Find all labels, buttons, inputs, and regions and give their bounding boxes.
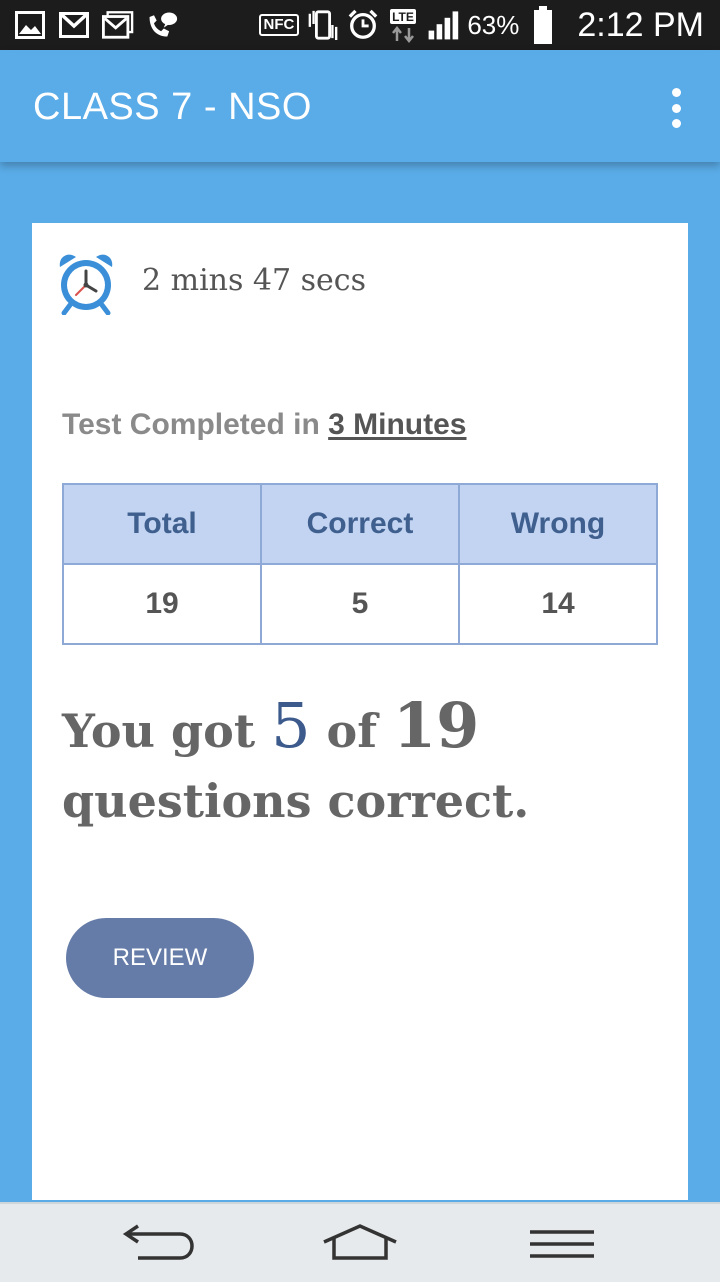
- status-bar: NFC LTE 63% 2:12 PM: [0, 0, 720, 50]
- elapsed-time: 2 mins 47 secs: [142, 263, 366, 298]
- nfc-icon: NFC: [258, 14, 300, 36]
- result-middle: of: [310, 704, 394, 758]
- overflow-menu-icon[interactable]: [664, 88, 688, 128]
- completion-prefix: Test Completed in: [62, 408, 329, 441]
- svg-text:LTE: LTE: [392, 10, 414, 24]
- total-header: Total: [62, 483, 262, 565]
- battery-icon: [527, 6, 559, 44]
- home-icon[interactable]: [320, 1220, 400, 1266]
- alarm-icon: [347, 9, 379, 40]
- result-prefix: You got: [62, 704, 272, 758]
- result-suffix: questions correct.: [62, 774, 530, 828]
- total-value: 19: [62, 563, 262, 645]
- back-icon[interactable]: [120, 1220, 200, 1266]
- result-correct-count: 5: [271, 689, 311, 762]
- score-table-header-row: Total Correct Wrong: [62, 483, 658, 565]
- alarm-clock-icon: [54, 249, 118, 316]
- menu-icon[interactable]: [522, 1220, 602, 1266]
- battery-percent: 63%: [467, 9, 520, 40]
- completion-text: Test Completed in 3 Minutes: [62, 408, 467, 442]
- review-button[interactable]: REVIEW: [66, 918, 254, 998]
- result-total-count: 19: [393, 689, 480, 762]
- app-title: CLASS 7 - NSO: [33, 86, 312, 128]
- result-summary: You got 5 of 19 questions correct.: [62, 691, 652, 836]
- app-bar: CLASS 7 - NSO: [0, 50, 720, 162]
- result-card: 2 mins 47 secs Test Completed in 3 Minut…: [32, 223, 688, 1200]
- lte-icon: LTE: [387, 9, 419, 43]
- gallery-icon: [14, 10, 46, 40]
- correct-value: 5: [260, 563, 460, 645]
- missed-call-chat-icon: [146, 10, 178, 40]
- gmail-stack-icon: [102, 10, 134, 40]
- wrong-header: Wrong: [458, 483, 658, 565]
- completion-duration: 3 Minutes: [328, 408, 467, 441]
- gmail-icon: [58, 10, 90, 40]
- navigation-bar: [0, 1202, 720, 1282]
- wrong-value: 14: [458, 563, 658, 645]
- correct-header: Correct: [260, 483, 460, 565]
- score-table-value-row: 19 5 14: [62, 563, 658, 645]
- score-table: Total Correct Wrong 19 5 14: [62, 483, 658, 645]
- vibrate-icon: [307, 10, 339, 41]
- clock: 2:12 PM: [577, 5, 704, 44]
- signal-icon: [427, 10, 459, 40]
